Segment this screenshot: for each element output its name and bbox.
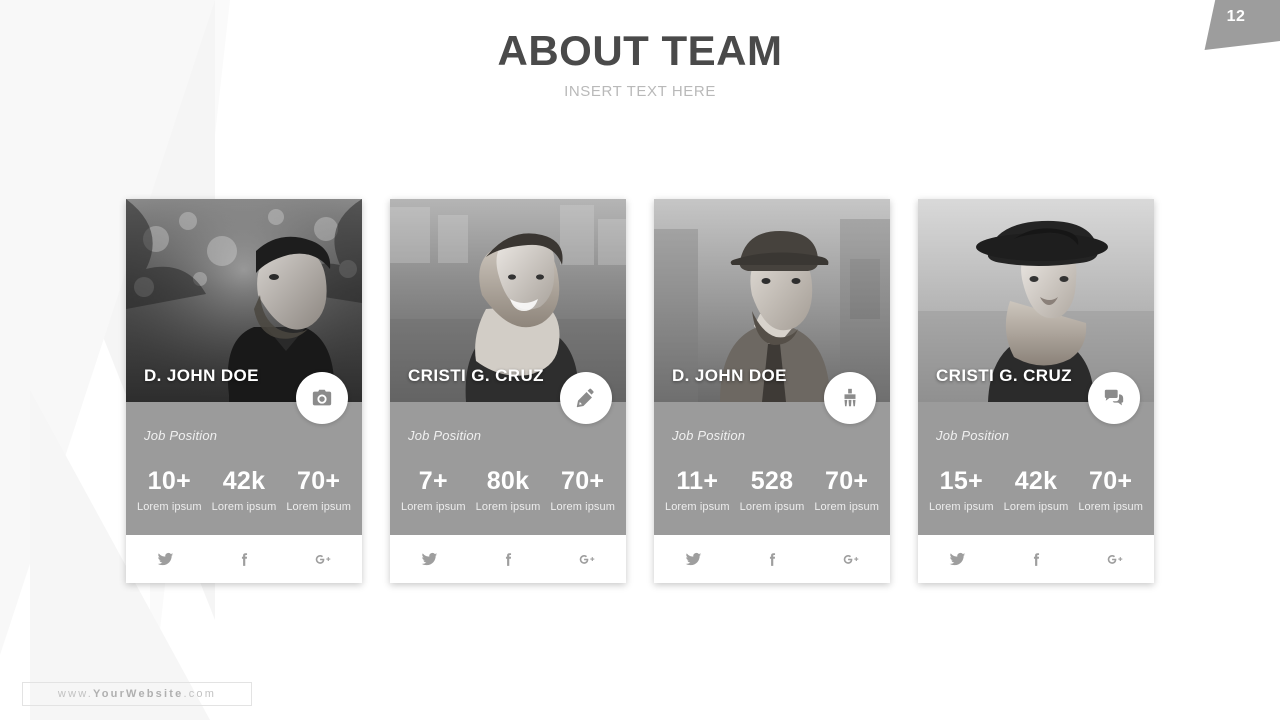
member-name: CRISTI G. CRUZ bbox=[936, 366, 1072, 385]
facebook-link[interactable] bbox=[469, 551, 548, 568]
stat-item: 70+ Lorem ipsum bbox=[545, 467, 620, 514]
stats-row: 7+ Lorem ipsum 80k Lorem ipsum 70+ Lorem… bbox=[390, 467, 626, 514]
url-brand: YourWebsite bbox=[93, 688, 184, 700]
stat-label: Lorem ipsum bbox=[211, 501, 277, 513]
stat-value: 80k bbox=[486, 467, 530, 495]
job-position: Job Position bbox=[408, 428, 482, 443]
social-links-bar bbox=[390, 535, 626, 583]
stat-label: Lorem ipsum bbox=[1003, 501, 1069, 513]
social-links-bar bbox=[126, 535, 362, 583]
googleplus-icon bbox=[579, 554, 595, 564]
facebook-icon bbox=[1033, 552, 1039, 566]
stat-label: Lorem ipsum bbox=[928, 501, 994, 513]
job-position: Job Position bbox=[936, 428, 1010, 443]
stat-label: Lorem ipsum bbox=[136, 501, 202, 513]
slide-header: ABOUT TEAM INSERT TEXT HERE bbox=[0, 27, 1280, 101]
stat-value: 7+ bbox=[418, 467, 448, 495]
stat-item: 10+ Lorem ipsum bbox=[132, 467, 207, 514]
url-prefix: www. bbox=[57, 688, 94, 700]
twitter-link[interactable] bbox=[918, 551, 997, 568]
team-card[interactable]: D. JOHN DOE Job Position 11+ Lorem ipsum… bbox=[654, 199, 890, 583]
facebook-link[interactable] bbox=[733, 551, 812, 568]
stat-value: 528 bbox=[750, 467, 794, 495]
googleplus-link[interactable] bbox=[547, 551, 626, 568]
role-badge-button[interactable] bbox=[560, 372, 612, 424]
stat-value: 42k bbox=[222, 467, 266, 495]
website-url: www.YourWebsite.com bbox=[58, 688, 216, 700]
stat-value: 42k bbox=[1014, 467, 1058, 495]
stat-value: 11+ bbox=[676, 467, 719, 495]
twitter-link[interactable] bbox=[390, 551, 469, 568]
twitter-link[interactable] bbox=[126, 551, 205, 568]
camera-icon bbox=[312, 389, 332, 406]
stat-label: Lorem ipsum bbox=[664, 501, 730, 513]
pencil-icon bbox=[576, 388, 594, 408]
stat-item: 7+ Lorem ipsum bbox=[396, 467, 471, 514]
stat-item: 70+ Lorem ipsum bbox=[281, 467, 356, 514]
stat-value: 15+ bbox=[939, 467, 983, 495]
googleplus-link[interactable] bbox=[811, 551, 890, 568]
facebook-icon bbox=[505, 552, 511, 566]
twitter-icon bbox=[685, 552, 702, 565]
googleplus-icon bbox=[843, 554, 859, 564]
member-name: D. JOHN DOE bbox=[672, 366, 787, 385]
brush-icon bbox=[844, 388, 856, 407]
stat-label: Lorem ipsum bbox=[286, 501, 352, 513]
stat-value: 70+ bbox=[1089, 467, 1133, 495]
stat-item: 70+ Lorem ipsum bbox=[1073, 467, 1148, 514]
facebook-icon bbox=[769, 552, 775, 566]
facebook-icon bbox=[241, 552, 247, 566]
stat-label: Lorem ipsum bbox=[475, 501, 541, 513]
team-card-list: D. JOHN DOE Job Position 10+ Lorem ipsum… bbox=[126, 199, 1156, 583]
stat-item: 528 Lorem ipsum bbox=[735, 467, 810, 514]
stats-row: 15+ Lorem ipsum 42k Lorem ipsum 70+ Lore… bbox=[918, 467, 1154, 514]
website-footer: www.YourWebsite.com bbox=[22, 682, 252, 706]
stat-label: Lorem ipsum bbox=[1078, 501, 1144, 513]
stat-value: 70+ bbox=[297, 467, 341, 495]
twitter-icon bbox=[949, 552, 966, 565]
stat-item: 11+ Lorem ipsum bbox=[660, 467, 735, 514]
stat-item: 80k Lorem ipsum bbox=[471, 467, 546, 514]
stat-label: Lorem ipsum bbox=[814, 501, 880, 513]
member-name: CRISTI G. CRUZ bbox=[408, 366, 544, 385]
team-card[interactable]: D. JOHN DOE Job Position 10+ Lorem ipsum… bbox=[126, 199, 362, 583]
stat-value: 10+ bbox=[147, 467, 191, 495]
team-card[interactable]: CRISTI G. CRUZ Job Position 7+ Lorem ips… bbox=[390, 199, 626, 583]
role-badge-button[interactable] bbox=[1088, 372, 1140, 424]
stat-label: Lorem ipsum bbox=[739, 501, 805, 513]
twitter-icon bbox=[157, 552, 174, 565]
role-badge-button[interactable] bbox=[296, 372, 348, 424]
url-suffix: .com bbox=[183, 688, 217, 700]
googleplus-icon bbox=[1107, 554, 1123, 564]
member-name: D. JOHN DOE bbox=[144, 366, 259, 385]
stats-row: 11+ Lorem ipsum 528 Lorem ipsum 70+ Lore… bbox=[654, 467, 890, 514]
page-number: 12 bbox=[1226, 8, 1246, 25]
stat-label: Lorem ipsum bbox=[550, 501, 616, 513]
stat-item: 42k Lorem ipsum bbox=[207, 467, 282, 514]
facebook-link[interactable] bbox=[997, 551, 1076, 568]
googleplus-icon bbox=[315, 554, 331, 564]
social-links-bar bbox=[654, 535, 890, 583]
page-title: ABOUT TEAM bbox=[497, 27, 783, 74]
chat-icon bbox=[1104, 389, 1124, 406]
job-position: Job Position bbox=[144, 428, 218, 443]
stat-item: 70+ Lorem ipsum bbox=[809, 467, 884, 514]
role-badge-button[interactable] bbox=[824, 372, 876, 424]
stat-value: 70+ bbox=[825, 467, 869, 495]
stat-value: 70+ bbox=[561, 467, 605, 495]
page-subtitle: INSERT TEXT HERE bbox=[564, 83, 716, 100]
stat-item: 42k Lorem ipsum bbox=[999, 467, 1074, 514]
stat-item: 15+ Lorem ipsum bbox=[924, 467, 999, 514]
googleplus-link[interactable] bbox=[1075, 551, 1154, 568]
job-position: Job Position bbox=[672, 428, 746, 443]
googleplus-link[interactable] bbox=[283, 551, 362, 568]
social-links-bar bbox=[918, 535, 1154, 583]
stat-label: Lorem ipsum bbox=[400, 501, 466, 513]
team-card[interactable]: CRISTI G. CRUZ Job Position 15+ Lorem ip… bbox=[918, 199, 1154, 583]
twitter-icon bbox=[421, 552, 438, 565]
facebook-link[interactable] bbox=[205, 551, 284, 568]
twitter-link[interactable] bbox=[654, 551, 733, 568]
stats-row: 10+ Lorem ipsum 42k Lorem ipsum 70+ Lore… bbox=[126, 467, 362, 514]
